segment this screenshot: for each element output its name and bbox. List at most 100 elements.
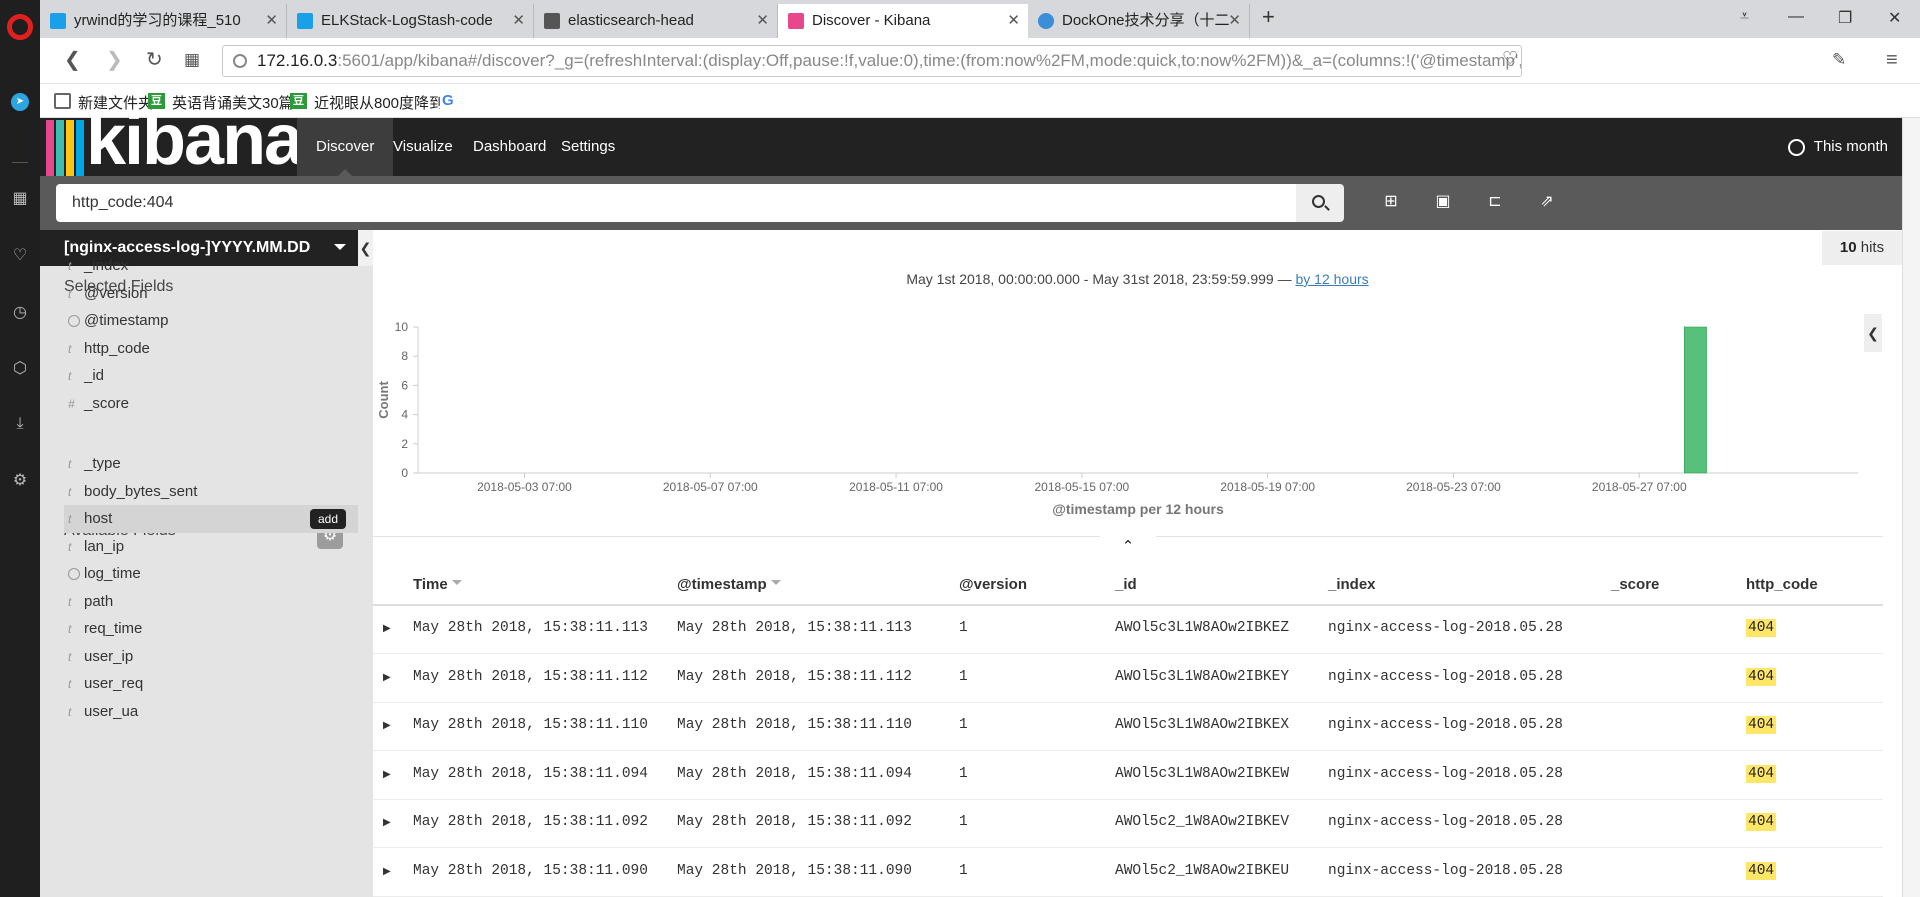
expand-row-caret-icon[interactable]: ▶ [383, 623, 391, 634]
cell-http-code: 404 [1746, 667, 1777, 686]
sidebar-divider [12, 162, 28, 163]
new-search-icon[interactable]: ⊞ [1382, 193, 1400, 211]
url-input[interactable]: 172.16.0.3:5601/app/kibana#/discover?_g=… [222, 45, 1522, 77]
expand-row-caret-icon[interactable]: ▶ [383, 672, 391, 683]
browser-tab-5[interactable]: DockOne技术分享（十二 ✕ [1028, 4, 1250, 38]
extensions-cube-icon[interactable]: ⬡ [11, 360, 29, 378]
url-path: :5601/app/kibana#/discover?_g=(refreshIn… [337, 51, 1521, 70]
string-field-icon: t [68, 677, 72, 691]
expand-row-caret-icon[interactable]: ▶ [383, 817, 391, 828]
table-row[interactable]: ▶ May 28th 2018, 15:38:11.092 May 28th 201… [373, 800, 1883, 848]
bookmark-item[interactable]: 豆 近视眼从800度降到 [290, 92, 440, 113]
sort-desc-icon[interactable] [770, 580, 781, 590]
table-row[interactable]: ▶ May 28th 2018, 15:38:11.090 May 28th 201… [373, 849, 1883, 897]
share-icon[interactable]: ⇗ [1538, 193, 1556, 211]
settings-gear-icon[interactable]: ⚙ [11, 472, 29, 490]
save-search-icon[interactable]: ▣ [1434, 193, 1452, 211]
close-tab-icon[interactable]: ✕ [1007, 4, 1020, 38]
new-tab-button[interactable]: + [1262, 4, 1275, 30]
query-input[interactable] [56, 184, 1296, 222]
restore-icon[interactable]: ❐ [1838, 8, 1852, 28]
table-header: Time @timestamp @version _id _index _sco… [373, 566, 1883, 606]
col-id-header[interactable]: _id [1115, 576, 1137, 593]
opera-logo-icon[interactable] [7, 14, 33, 40]
field-item-logtime[interactable]: log_time [64, 560, 358, 588]
string-field-icon: t [68, 512, 72, 526]
field-item-path[interactable]: t path [64, 588, 358, 616]
browser-tab-3[interactable]: elasticsearch-head ✕ [534, 4, 778, 38]
field-item-timestamp[interactable]: @timestamp [64, 307, 358, 335]
close-tab-icon[interactable]: ✕ [756, 4, 769, 38]
search-button[interactable] [1296, 184, 1344, 222]
add-field-button[interactable]: add [309, 509, 346, 529]
browser-tab-2[interactable]: ELKStack-LogStash-code ✕ [287, 4, 534, 38]
col-score-header[interactable]: _score [1611, 576, 1659, 593]
col-index-header[interactable]: _index [1328, 576, 1376, 593]
field-item-reqtime[interactable]: t req_time [64, 615, 358, 643]
forward-arrow-icon[interactable]: ❯ [106, 49, 123, 71]
cell-id: AWOl5c2_1W8AOw2IBKEV [1115, 814, 1290, 830]
expand-row-caret-icon[interactable]: ▶ [383, 720, 391, 731]
table-row[interactable]: ▶ May 28th 2018, 15:38:11.094 May 28th 201… [373, 752, 1883, 800]
tab-menu-icon[interactable]: ⩡ [1740, 8, 1749, 26]
bookmark-heart-icon[interactable]: ♡ [1502, 47, 1518, 69]
table-row[interactable]: ▶ May 28th 2018, 15:38:11.110 May 28th 201… [373, 703, 1883, 751]
field-item-userip[interactable]: t user_ip [64, 643, 358, 671]
field-item-version[interactable]: t @version [64, 280, 358, 308]
reload-icon[interactable]: ↻ [146, 49, 163, 71]
download-icon[interactable]: ⤓ [11, 415, 29, 433]
field-item-lanip[interactable]: t lan_ip [64, 533, 358, 561]
evernote-extension-icon[interactable]: ✎ [1832, 49, 1846, 71]
speed-dial-icon[interactable]: ▦ [11, 190, 29, 208]
close-tab-icon[interactable]: ✕ [1228, 4, 1241, 38]
time-picker[interactable]: This month [1787, 118, 1888, 176]
expand-row-caret-icon[interactable]: ▶ [383, 866, 391, 877]
field-item-id[interactable]: t _id [64, 362, 358, 390]
col-timestamp-header[interactable]: @timestamp [677, 576, 781, 593]
sort-desc-icon[interactable] [451, 580, 462, 590]
vis-toggle-chevron-icon[interactable]: ❮ [1864, 314, 1882, 352]
col-time-header[interactable]: Time [413, 576, 462, 593]
search-icon [1312, 195, 1325, 208]
field-item-userreq[interactable]: t user_req [64, 670, 358, 698]
field-item-bodybytessent[interactable]: t body_bytes_sent [64, 478, 358, 506]
back-arrow-icon[interactable]: ❮ [64, 49, 81, 71]
nav-settings[interactable]: Settings [542, 118, 634, 176]
field-item-httpcode[interactable]: t http_code [64, 335, 358, 363]
kibana-logo[interactable]: kibana [86, 104, 304, 176]
string-field-icon: t [68, 286, 72, 301]
field-item-type[interactable]: t _type [64, 450, 358, 478]
page-scrollbar[interactable] [1902, 118, 1920, 897]
browser-menu-icon[interactable]: ≡ [1886, 49, 1898, 71]
minimize-icon[interactable]: — [1788, 8, 1804, 26]
collapse-chart-chevron-up-icon[interactable]: ⌃ [1100, 536, 1156, 562]
col-version-header[interactable]: @version [959, 576, 1027, 593]
close-window-icon[interactable]: ✕ [1888, 8, 1901, 28]
google-icon[interactable]: G [442, 92, 454, 109]
site-info-icon[interactable] [233, 54, 247, 68]
expand-row-caret-icon[interactable]: ▶ [383, 769, 391, 780]
close-tab-icon[interactable]: ✕ [265, 4, 278, 38]
x-tick-label: 2018-05-15 07:00 [1034, 480, 1129, 494]
field-item-index[interactable]: t _index [64, 252, 358, 280]
cell-id: AWOl5c3L1W8AOw2IBKEZ [1115, 620, 1290, 636]
close-tab-icon[interactable]: ✕ [512, 4, 525, 38]
table-row[interactable]: ▶ May 28th 2018, 15:38:11.113 May 28th 201… [373, 606, 1883, 654]
open-search-icon[interactable]: ⊏ [1486, 193, 1504, 211]
hits-label: hits [1860, 239, 1885, 256]
browser-tab-1[interactable]: yrwind的学习的课程_510 ✕ [40, 4, 287, 38]
table-row[interactable]: ▶ May 28th 2018, 15:38:11.112 May 28th 201… [373, 655, 1883, 703]
interval-link[interactable]: by 12 hours [1295, 271, 1368, 287]
telegram-icon[interactable]: ➤ [11, 93, 29, 111]
field-item-score[interactable]: # _score [64, 390, 358, 418]
cell-id: AWOl5c2_1W8AOw2IBKEU [1115, 862, 1290, 879]
browser-tab-4[interactable]: Discover - Kibana ✕ [778, 4, 1028, 38]
history-clock-icon[interactable]: ◷ [11, 304, 29, 322]
heart-icon[interactable]: ♡ [11, 247, 29, 265]
collapse-sidebar-chevron-icon[interactable]: ❮ [358, 230, 373, 266]
field-name: _index [84, 257, 129, 274]
speed-dial-grid-icon[interactable]: ▦ [184, 49, 200, 71]
field-item-userua[interactable]: t user_ua [64, 698, 358, 726]
field-item-host[interactable]: t host add [64, 505, 358, 533]
col-http-code-header[interactable]: http_code [1746, 576, 1818, 593]
